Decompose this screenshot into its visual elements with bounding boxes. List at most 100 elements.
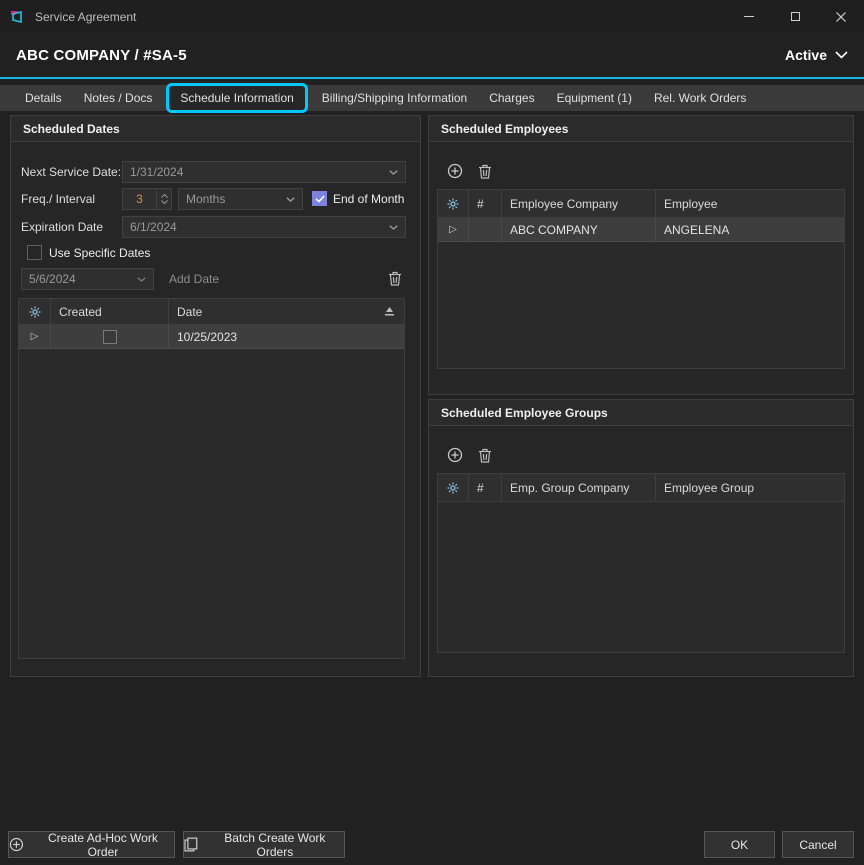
- freq-unit-combo[interactable]: Months: [178, 188, 303, 210]
- chevron-down-icon: [835, 51, 848, 59]
- status-value: Active: [785, 47, 827, 63]
- row-employee-cell: ANGELENA: [656, 218, 844, 241]
- tab-billing-shipping[interactable]: Billing/Shipping Information: [311, 85, 478, 111]
- tab-notes-docs[interactable]: Notes / Docs: [73, 85, 164, 111]
- copy-documents-icon: [184, 837, 198, 852]
- tab-strip: Details Notes / Docs Schedule Informatio…: [0, 85, 864, 111]
- delete-employee-button[interactable]: [478, 164, 492, 179]
- app-logo-icon: [9, 9, 26, 25]
- use-specific-dates-label: Use Specific Dates: [49, 244, 150, 262]
- row-number-cell: [469, 218, 502, 241]
- plus-circle-icon: [9, 837, 24, 852]
- tab-schedule-information[interactable]: Schedule Information: [166, 83, 307, 113]
- scheduled-dates-title: Scheduled Dates: [11, 116, 420, 142]
- chevron-down-icon: [286, 197, 295, 202]
- add-date-button[interactable]: Add Date: [165, 268, 223, 290]
- specific-dates-grid: Created Date ▷ 10/25/2023: [18, 298, 405, 659]
- sort-icon[interactable]: [383, 307, 396, 317]
- maximize-button[interactable]: [772, 0, 818, 33]
- new-date-value: 5/6/2024: [29, 272, 76, 286]
- plus-circle-icon: [447, 163, 463, 179]
- table-row[interactable]: ▷ ABC COMPANY ANGELENA: [438, 218, 844, 242]
- new-date-combo[interactable]: 5/6/2024: [21, 268, 154, 290]
- close-button[interactable]: [818, 0, 864, 33]
- end-of-month-checkbox[interactable]: [312, 191, 327, 206]
- grid-header: # Emp. Group Company Employee Group: [438, 474, 844, 502]
- freq-interval-label: Freq./ Interval: [21, 188, 95, 210]
- column-header-number[interactable]: #: [469, 190, 502, 217]
- column-header-number[interactable]: #: [469, 474, 502, 501]
- scheduled-dates-panel: Scheduled Dates Next Service Date: 1/31/…: [10, 115, 421, 677]
- record-header: ABC COMPANY / #SA-5 Active: [0, 33, 864, 77]
- column-header-created[interactable]: Created: [51, 299, 169, 324]
- scheduled-employee-groups-panel: Scheduled Employee Groups # Emp. Group C…: [428, 399, 854, 677]
- spinner-arrows-icon[interactable]: [156, 189, 171, 209]
- column-header-date[interactable]: Date: [169, 299, 404, 324]
- maximize-icon: [791, 12, 800, 21]
- chevron-down-icon: [389, 225, 398, 230]
- scheduled-employees-title: Scheduled Employees: [429, 116, 853, 142]
- delete-date-button[interactable]: [388, 271, 402, 286]
- grid-header: # Employee Company Employee: [438, 190, 844, 218]
- expiration-date-combo[interactable]: 6/1/2024: [122, 216, 406, 238]
- row-created-cell[interactable]: [51, 325, 169, 348]
- sun-icon: [447, 198, 459, 210]
- expiration-date-label: Expiration Date: [21, 216, 103, 238]
- grid-settings-header[interactable]: [438, 190, 469, 217]
- end-of-month-label: End of Month: [333, 188, 404, 210]
- table-row[interactable]: ▷ 10/25/2023: [19, 325, 404, 349]
- minimize-button[interactable]: [726, 0, 772, 33]
- grid-settings-header[interactable]: [19, 299, 51, 324]
- chevron-down-icon: [389, 170, 398, 175]
- row-expander-cell[interactable]: ▷: [438, 218, 469, 241]
- sun-icon: [29, 306, 41, 318]
- freq-unit-value: Months: [186, 192, 225, 206]
- status-dropdown[interactable]: Active: [785, 47, 848, 63]
- add-employee-group-button[interactable]: [447, 447, 463, 463]
- minimize-icon: [744, 16, 754, 17]
- next-service-date-combo[interactable]: 1/31/2024: [122, 161, 406, 183]
- expiration-date-value: 6/1/2024: [130, 220, 177, 234]
- scheduled-employees-panel: Scheduled Employees # Employee Company E…: [428, 115, 854, 395]
- ok-button[interactable]: OK: [704, 831, 775, 858]
- employees-toolbar: [429, 156, 853, 186]
- window-title: Service Agreement: [35, 10, 136, 24]
- freq-interval-spinner[interactable]: 3: [122, 188, 172, 210]
- add-employee-button[interactable]: [447, 163, 463, 179]
- grid-header: Created Date: [19, 299, 404, 325]
- expand-icon: ▷: [31, 332, 39, 342]
- row-expander-cell[interactable]: ▷: [19, 325, 51, 348]
- row-company-cell: ABC COMPANY: [502, 218, 656, 241]
- tab-equipment[interactable]: Equipment (1): [546, 85, 643, 111]
- column-header-group-company[interactable]: Emp. Group Company: [502, 474, 656, 501]
- page-title: ABC COMPANY / #SA-5: [16, 47, 187, 64]
- tab-rel-work-orders[interactable]: Rel. Work Orders: [643, 85, 757, 111]
- trash-icon: [478, 164, 492, 179]
- chevron-down-icon: [137, 277, 146, 282]
- grid-settings-header[interactable]: [438, 474, 469, 501]
- column-header-employee-group[interactable]: Employee Group: [656, 474, 844, 501]
- create-adhoc-work-order-button[interactable]: Create Ad-Hoc Work Order: [8, 831, 175, 858]
- expand-icon: ▷: [449, 225, 457, 235]
- scheduled-employees-grid: # Employee Company Employee ▷ ABC COMPAN…: [437, 189, 845, 369]
- use-specific-dates-checkbox[interactable]: [27, 245, 42, 260]
- freq-interval-value: 3: [123, 189, 156, 209]
- sun-icon: [447, 482, 459, 494]
- trash-icon: [388, 271, 402, 286]
- batch-create-work-orders-button[interactable]: Batch Create Work Orders: [183, 831, 345, 858]
- next-service-date-value: 1/31/2024: [130, 165, 183, 179]
- column-header-employee-company[interactable]: Employee Company: [502, 190, 656, 217]
- cancel-button[interactable]: Cancel: [782, 831, 854, 858]
- column-header-employee[interactable]: Employee: [656, 190, 844, 217]
- tab-charges[interactable]: Charges: [478, 85, 545, 111]
- created-checkbox[interactable]: [103, 330, 117, 344]
- row-date-cell: 10/25/2023: [169, 325, 404, 348]
- plus-circle-icon: [447, 447, 463, 463]
- employee-groups-toolbar: [429, 440, 853, 470]
- next-service-date-label: Next Service Date:: [21, 161, 121, 183]
- scheduled-employee-groups-title: Scheduled Employee Groups: [429, 400, 853, 426]
- delete-employee-group-button[interactable]: [478, 448, 492, 463]
- scheduled-employee-groups-grid: # Emp. Group Company Employee Group: [437, 473, 845, 653]
- tab-details[interactable]: Details: [14, 85, 73, 111]
- window-controls: [726, 0, 864, 33]
